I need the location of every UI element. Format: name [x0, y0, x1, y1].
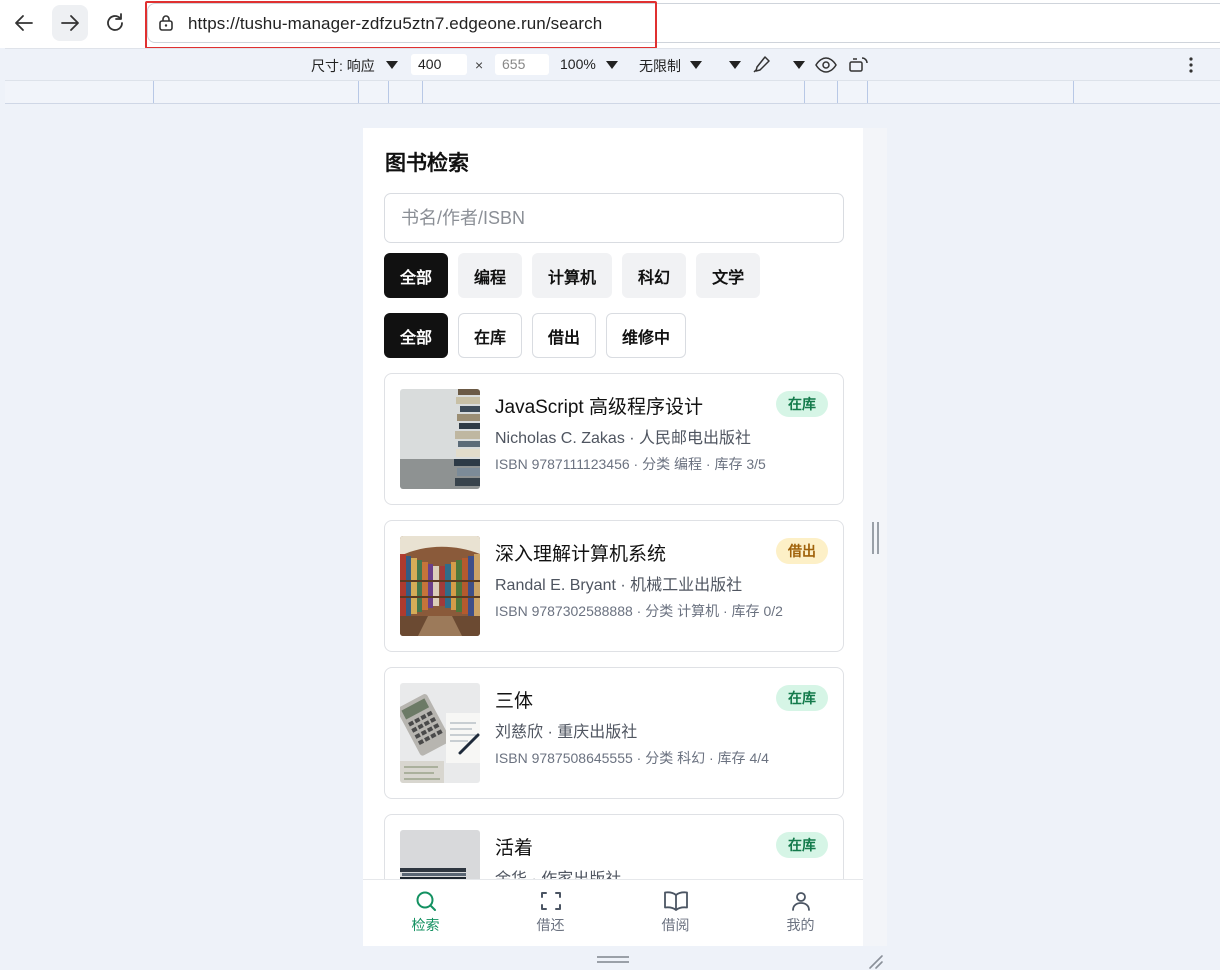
- status-chip-all[interactable]: 全部: [384, 313, 449, 358]
- caret-down-icon[interactable]: [386, 61, 398, 69]
- scan-icon: [540, 892, 561, 910]
- mobile-page: 图书检索 全部 编程 计算机 科幻 文学 全部 在库 借出 维修中: [363, 128, 863, 946]
- tab-profile[interactable]: 我的: [738, 880, 863, 946]
- eye-icon[interactable]: [815, 57, 837, 73]
- book-open-icon: [663, 891, 688, 911]
- arrow-right-icon: [61, 15, 79, 31]
- status-badge: 借出: [776, 538, 828, 564]
- status-chip-borrowed[interactable]: 借出: [532, 313, 597, 358]
- caret-down-icon[interactable]: [793, 61, 805, 69]
- caret-down-icon[interactable]: [606, 61, 618, 69]
- status-chip-in-stock[interactable]: 在库: [458, 313, 523, 358]
- user-icon: [791, 892, 810, 911]
- browser-toolbar: https://tushu-manager-zdfzu5ztn7.edgeone…: [0, 0, 1220, 49]
- book-title: JavaScript 高级程序设计: [495, 397, 703, 418]
- tab-borrow-return[interactable]: 借还: [488, 880, 613, 946]
- search-icon: [416, 891, 436, 911]
- status-chip-repair[interactable]: 维修中: [606, 313, 687, 358]
- category-chip-literature[interactable]: 文学: [696, 253, 761, 298]
- category-chip-scifi[interactable]: 科幻: [622, 253, 687, 298]
- book-cover-image: [400, 389, 480, 489]
- tab-search[interactable]: 检索: [363, 880, 488, 946]
- bottom-tab-bar: 检索 借还 借阅 我的: [363, 879, 863, 946]
- resize-corner-icon[interactable]: [866, 952, 884, 970]
- status-badge: 在库: [776, 391, 828, 417]
- book-meta: ISBN 9787508645555 · 分类 科幻 · 库存 4/4: [495, 750, 769, 766]
- category-chip-programming[interactable]: 编程: [458, 253, 523, 298]
- book-meta: ISBN 9787111123456 · 分类 编程 · 库存 3/5: [495, 456, 766, 472]
- media-query-ruler[interactable]: [5, 80, 1220, 104]
- tab-label: 借还: [536, 917, 565, 933]
- book-card[interactable]: JavaScript 高级程序设计 Nicholas C. Zakas · 人民…: [384, 373, 844, 505]
- book-author-publisher: 刘慈欣 · 重庆出版社: [495, 724, 638, 741]
- book-card[interactable]: 深入理解计算机系统 Randal E. Bryant · 机械工业出版社 ISB…: [384, 520, 844, 652]
- rotate-device-icon[interactable]: [848, 55, 870, 75]
- resize-handle-bottom[interactable]: [597, 956, 629, 964]
- category-chip-all[interactable]: 全部: [384, 253, 449, 298]
- zoom-select[interactable]: 100%: [560, 56, 596, 72]
- status-badge: 在库: [776, 685, 828, 711]
- tab-label: 检索: [411, 917, 440, 933]
- category-chip-computer[interactable]: 计算机: [532, 253, 613, 298]
- reload-icon: [107, 13, 123, 31]
- tab-label: 借阅: [661, 917, 690, 933]
- search-input[interactable]: [384, 193, 844, 243]
- height-input[interactable]: 655: [495, 54, 549, 75]
- status-filter: 全部 在库 借出 维修中: [384, 313, 687, 358]
- device-toolbar: 尺寸: 响应 400 × 655 100% 无限制: [5, 48, 1220, 80]
- book-title: 活着: [495, 838, 534, 859]
- reload-button[interactable]: [97, 5, 133, 41]
- category-filter: 全部 编程 计算机 科幻 文学: [384, 253, 761, 298]
- caret-down-icon[interactable]: [690, 61, 702, 69]
- book-cover-image: [400, 536, 480, 636]
- book-author-publisher: Nicholas C. Zakas · 人民邮电出版社: [495, 430, 752, 447]
- more-vertical-icon[interactable]: [1188, 57, 1194, 73]
- tab-label: 我的: [786, 917, 815, 933]
- status-badge: 在库: [776, 832, 828, 858]
- back-button[interactable]: [6, 5, 42, 41]
- eyedropper-icon[interactable]: [751, 55, 771, 75]
- book-cover-image: [400, 683, 480, 783]
- address-url[interactable]: https://tushu-manager-zdfzu5ztn7.edgeone…: [188, 14, 602, 34]
- tab-loans[interactable]: 借阅: [613, 880, 738, 946]
- book-title: 三体: [495, 691, 534, 712]
- forward-button[interactable]: [52, 5, 88, 41]
- arrow-left-icon: [15, 15, 33, 31]
- lock-icon: [159, 15, 173, 31]
- page-title: 图书检索: [385, 152, 469, 175]
- book-meta: ISBN 9787302588888 · 分类 计算机 · 库存 0/2: [495, 603, 783, 619]
- address-bar[interactable]: https://tushu-manager-zdfzu5ztn7.edgeone…: [147, 3, 1220, 43]
- book-card[interactable]: 三体 刘慈欣 · 重庆出版社 ISBN 9787508645555 · 分类 科…: [384, 667, 844, 799]
- throttle-select[interactable]: 无限制: [639, 56, 681, 76]
- width-input[interactable]: 400: [411, 54, 467, 75]
- dimensions-label[interactable]: 尺寸: 响应: [311, 56, 375, 76]
- book-author-publisher: Randal E. Bryant · 机械工业出版社: [495, 577, 743, 594]
- times-label: ×: [475, 57, 484, 73]
- caret-down-icon[interactable]: [729, 61, 741, 69]
- book-title: 深入理解计算机系统: [495, 544, 667, 565]
- resize-handle-right[interactable]: [872, 522, 880, 554]
